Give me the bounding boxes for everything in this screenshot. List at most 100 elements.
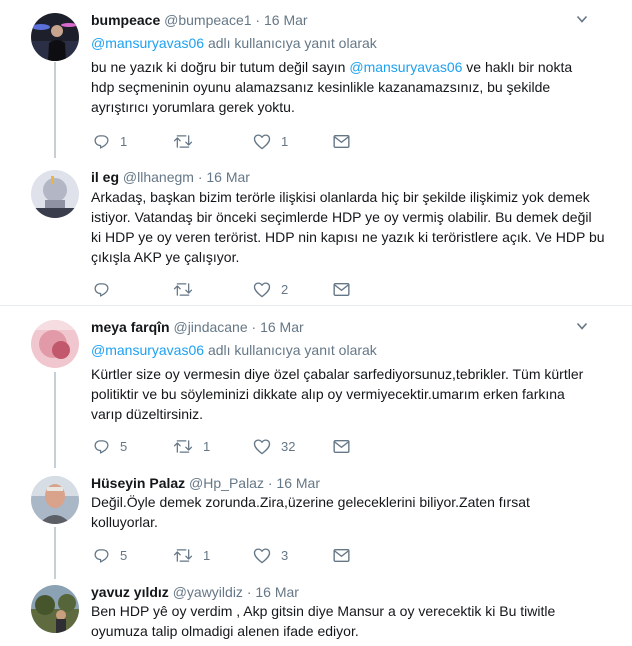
author-name[interactable]: il eg	[91, 169, 119, 185]
tweet-text: bu ne yazık ki doğru bir tutum değil say…	[91, 57, 596, 117]
avatar[interactable]	[31, 585, 79, 633]
reply-count: 5	[120, 547, 128, 563]
tweet-header: Hüseyin Palaz @Hp_Palaz · 16 Mar	[91, 474, 320, 492]
tweet-text: Değil.Öyle demek zorunda.Zira,üzerine ge…	[91, 492, 596, 532]
direct-message-button[interactable]	[333, 436, 350, 456]
reply-mention-link[interactable]: @mansuryavas06	[91, 35, 204, 51]
author-name[interactable]: Hüseyin Palaz	[91, 475, 185, 491]
replies-feed: bumpeace @bumpeace1 · 16 Mar @mansuryava…	[0, 0, 632, 646]
divider	[0, 305, 632, 306]
author-name[interactable]: bumpeace	[91, 12, 160, 28]
tweet-text: Kürtler size oy vermesin diye özel çabal…	[91, 364, 596, 424]
like-count: 2	[281, 281, 289, 297]
tweet-text-line: Ben HDP yê oy verdim , Akp gitsin diye M…	[91, 603, 556, 619]
retweet-icon	[173, 548, 193, 562]
like-button[interactable]: 32	[253, 436, 295, 456]
like-button[interactable]: 2	[253, 279, 288, 299]
heart-icon	[253, 133, 271, 149]
reply-icon	[94, 282, 109, 297]
tweet[interactable]: Hüseyin Palaz @Hp_Palaz · 16 Mar Değil.Ö…	[0, 474, 632, 569]
mention-link[interactable]: @mansuryavas06	[349, 59, 462, 75]
reply-count: 1	[120, 133, 128, 149]
reply-icon	[94, 548, 109, 563]
direct-message-button[interactable]	[333, 545, 350, 565]
tweet-date[interactable]: 16 Mar	[255, 584, 299, 600]
avatar[interactable]	[31, 13, 79, 61]
tweet[interactable]: yavuz yıldız @yawyildiz · 16 Mar Ben HDP…	[0, 583, 632, 646]
author-name[interactable]: meya farqîn	[91, 319, 170, 335]
tweet-text-line: bu ne yazık ki doğru bir tutum değil say…	[91, 57, 596, 77]
heart-icon	[253, 438, 271, 454]
tweet-header: il eg @llhanegm · 16 Mar	[91, 168, 250, 186]
reply-button[interactable]: 1	[93, 131, 127, 151]
tweet-text-line: kolluyorlar.	[91, 514, 158, 530]
author-handle[interactable]: @Hp_Palaz	[189, 475, 264, 491]
tweet-text-line: çıkışla AKP ye çalışıyor.	[91, 249, 240, 265]
tweet-date[interactable]: 16 Mar	[260, 319, 304, 335]
reply-button[interactable]: 5	[93, 436, 127, 456]
separator-dot: ·	[267, 475, 273, 491]
tweet-text-line: ki HDP ye oy veren terörist. HDP nin kap…	[91, 229, 605, 245]
tweet-actions: 2	[91, 279, 391, 299]
tweet-header: bumpeace @bumpeace1 · 16 Mar	[91, 11, 308, 29]
avatar[interactable]	[31, 476, 79, 524]
reply-context: @mansuryavas06 adlı kullanıcıya yanıt ol…	[91, 341, 377, 359]
tweet-date[interactable]: 16 Mar	[264, 12, 308, 28]
tweet-actions: 5 1 3	[91, 545, 391, 565]
like-button[interactable]: 1	[253, 131, 288, 151]
retweet-button[interactable]: 1	[173, 436, 210, 456]
retweet-button[interactable]: 1	[173, 545, 210, 565]
author-handle[interactable]: @llhanegm	[123, 169, 194, 185]
separator-dot: ·	[246, 584, 252, 600]
reply-icon	[94, 134, 109, 149]
retweet-button[interactable]	[173, 131, 203, 151]
envelope-icon	[333, 439, 350, 453]
avatar[interactable]	[31, 170, 79, 218]
direct-message-button[interactable]	[333, 131, 350, 151]
retweet-count: 1	[203, 438, 211, 454]
retweet-icon	[173, 134, 193, 148]
reply-mention-link[interactable]: @mansuryavas06	[91, 342, 204, 358]
tweet-actions: 5 1 32	[91, 436, 391, 456]
tweet-header: yavuz yıldız @yawyildiz · 16 Mar	[91, 583, 299, 601]
retweet-button[interactable]	[173, 279, 203, 299]
chevron-down-icon[interactable]	[576, 13, 588, 25]
text-segment: bu ne yazık ki doğru bir tutum değil say…	[91, 59, 350, 75]
separator-dot: ·	[197, 169, 203, 185]
author-name[interactable]: yavuz yıldız	[91, 584, 169, 600]
tweet[interactable]: bumpeace @bumpeace1 · 16 Mar @mansuryava…	[0, 11, 632, 151]
reply-context-label: adlı kullanıcıya yanıt olarak	[207, 342, 377, 358]
tweet-actions: 1 1	[91, 131, 391, 151]
like-count: 1	[281, 133, 289, 149]
retweet-icon	[173, 439, 193, 453]
tweet[interactable]: meya farqîn @jindacane · 16 Mar @mansury…	[0, 318, 632, 458]
reply-button[interactable]	[93, 279, 120, 299]
tweet-text-line: Değil.Öyle demek zorunda.Zira,üzerine ge…	[91, 494, 530, 510]
envelope-icon	[333, 282, 350, 296]
envelope-icon	[333, 134, 350, 148]
author-handle[interactable]: @yawyildiz	[173, 584, 243, 600]
text-segment: ve haklı bir nokta	[462, 59, 573, 75]
envelope-icon	[333, 548, 350, 562]
tweet-text: Arkadaş, başkan bizim terörle ilişkisi o…	[91, 187, 605, 267]
tweet-text-line: hdp seçmeninin oyunu alamazsanız kesinli…	[91, 79, 551, 95]
author-handle[interactable]: @jindacane	[173, 319, 247, 335]
reply-count: 5	[120, 438, 128, 454]
reply-button[interactable]: 5	[93, 545, 127, 565]
tweet[interactable]: il eg @llhanegm · 16 Mar Arkadaş, başkan…	[0, 168, 632, 298]
avatar[interactable]	[31, 320, 79, 368]
retweet-count: 1	[203, 547, 211, 563]
reply-context: @mansuryavas06 adlı kullanıcıya yanıt ol…	[91, 34, 377, 52]
direct-message-button[interactable]	[333, 279, 350, 299]
tweet-text-line: ayrıştırıcı yorumlara gerek yoktu.	[91, 99, 295, 115]
tweet-date[interactable]: 16 Mar	[276, 475, 320, 491]
tweet-text-line: varıp düzeltirsiniz.	[91, 406, 204, 422]
tweet-date[interactable]: 16 Mar	[206, 169, 250, 185]
tweet-text-line: istiyor. Vatandaş bir önceki seçimlerde …	[91, 209, 592, 225]
chevron-down-icon[interactable]	[576, 320, 588, 332]
retweet-icon	[173, 282, 193, 296]
author-handle[interactable]: @bumpeace1	[164, 12, 251, 28]
like-button[interactable]: 3	[253, 545, 288, 565]
tweet-text-line: Arkadaş, başkan bizim terörle ilişkisi o…	[91, 189, 590, 205]
tweet-text-line: Kürtler size oy vermesin diye özel çabal…	[91, 366, 584, 382]
